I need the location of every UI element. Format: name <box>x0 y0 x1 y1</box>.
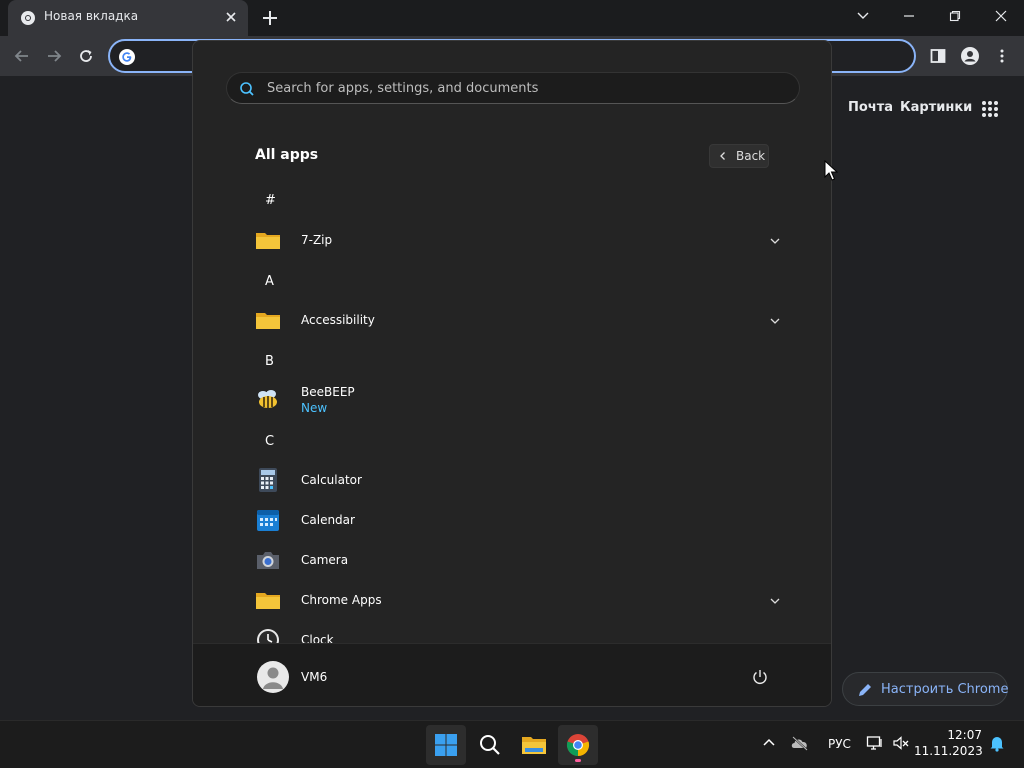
reload-icon <box>80 50 92 62</box>
google-icon <box>119 49 135 65</box>
chevron-down-icon[interactable] <box>769 315 781 327</box>
volume-muted-icon[interactable] <box>892 734 910 752</box>
app-name: Calendar <box>301 513 355 527</box>
app-item-beebeep[interactable]: BeeBEEP New <box>241 381 781 421</box>
minimize-button[interactable] <box>886 0 932 32</box>
tab-strip: Новая вкладка <box>0 0 1024 36</box>
tab-search-button[interactable] <box>840 0 886 32</box>
google-apps-icon[interactable] <box>980 99 1000 119</box>
network-icon[interactable] <box>866 734 884 752</box>
more-vertical-icon <box>1000 49 1004 63</box>
app-item-7zip[interactable]: 7-Zip <box>241 221 781 261</box>
close-window-button[interactable] <box>978 0 1024 32</box>
close-tab-icon[interactable] <box>222 8 240 26</box>
app-item-camera[interactable]: Camera <box>241 541 781 581</box>
app-item-accessibility[interactable]: Accessibility <box>241 301 781 341</box>
windows-icon <box>435 734 457 756</box>
tab-new-tab[interactable]: Новая вкладка <box>8 0 248 36</box>
bee-icon <box>258 390 277 408</box>
start-search-box[interactable] <box>226 72 800 104</box>
user-icon <box>263 667 283 689</box>
user-avatar[interactable] <box>257 661 289 693</box>
calendar-icon <box>257 510 279 531</box>
chevron-down-icon[interactable] <box>769 235 781 247</box>
chrome-icon <box>21 11 35 25</box>
arrow-left-icon <box>14 50 28 62</box>
pencil-icon <box>859 684 871 696</box>
app-item-chrome-apps[interactable]: Chrome Apps <box>241 581 781 621</box>
onedrive-offline-icon[interactable] <box>790 734 810 752</box>
search-icon <box>480 735 500 755</box>
app-item-calculator[interactable]: Calculator <box>241 461 781 501</box>
all-apps-list[interactable]: # 7-Zip A Accessibility B BeeBEEP New C <box>193 181 831 643</box>
chevron-left-icon <box>720 152 725 160</box>
letter-header-c[interactable]: C <box>265 434 274 449</box>
app-name: Calculator <box>301 473 362 487</box>
camera-icon <box>257 552 279 569</box>
side-panel-button[interactable] <box>924 42 952 70</box>
forward-nav-button[interactable] <box>40 42 68 70</box>
file-explorer-button[interactable] <box>514 725 554 765</box>
app-name: Chrome Apps <box>301 593 382 607</box>
taskbar-time[interactable]: 12:07 <box>940 728 982 742</box>
mail-link[interactable]: Почта <box>848 100 893 115</box>
clock-icon <box>257 629 279 643</box>
power-icon[interactable] <box>751 668 769 686</box>
letter-header-hash[interactable]: # <box>265 193 276 208</box>
taskbar-search-button[interactable] <box>470 725 510 765</box>
arrow-right-icon <box>48 50 62 62</box>
user-name[interactable]: VM6 <box>301 670 327 684</box>
app-item-calendar[interactable]: Calendar <box>241 501 781 541</box>
back-nav-button[interactable] <box>8 42 36 70</box>
customize-chrome-button[interactable]: Настроить Chrome <box>842 672 1008 706</box>
calculator-icon <box>259 468 277 492</box>
new-tab-icon[interactable] <box>258 6 282 30</box>
chevron-down-icon[interactable] <box>769 595 781 607</box>
app-name: Clock <box>301 633 334 643</box>
chrome-icon <box>566 734 590 757</box>
menu-button[interactable] <box>988 42 1016 70</box>
file-explorer-icon <box>522 737 546 754</box>
app-name: Camera <box>301 553 349 567</box>
notification-bell-icon[interactable] <box>988 734 1006 752</box>
folder-icon <box>256 313 280 329</box>
running-app-indicator <box>575 759 581 762</box>
search-icon <box>240 82 254 96</box>
profile-icon <box>961 47 979 65</box>
new-badge: New <box>301 401 328 415</box>
side-panel-icon <box>930 49 946 63</box>
restore-button[interactable] <box>932 0 978 32</box>
mouse-cursor-icon <box>824 160 838 181</box>
app-name: 7-Zip <box>301 233 333 247</box>
minimize-icon <box>904 15 914 17</box>
start-menu: All apps Back # 7-Zip A Accessibility B … <box>192 40 832 707</box>
folder-icon <box>256 593 280 609</box>
folder-icon <box>256 233 280 249</box>
profile-button[interactable] <box>956 42 984 70</box>
chevron-down-icon <box>857 12 869 19</box>
app-name: BeeBEEP <box>301 385 355 399</box>
back-button[interactable]: Back <box>709 144 769 168</box>
close-icon <box>995 10 1007 22</box>
images-link[interactable]: Картинки <box>900 100 972 115</box>
letter-header-a[interactable]: A <box>265 274 274 289</box>
back-label: Back <box>736 149 766 163</box>
start-search-input[interactable] <box>267 73 787 103</box>
start-button[interactable] <box>426 725 466 765</box>
input-language-indicator[interactable]: РУС <box>828 737 851 751</box>
all-apps-title: All apps <box>255 147 319 163</box>
reload-button[interactable] <box>72 42 100 70</box>
tab-title: Новая вкладка <box>44 9 139 23</box>
start-menu-footer: VM6 <box>193 643 831 706</box>
app-item-clock[interactable]: Clock <box>241 621 781 643</box>
restore-icon <box>949 10 961 22</box>
customize-chrome-label: Настроить Chrome <box>881 682 1009 697</box>
letter-header-b[interactable]: B <box>265 354 274 369</box>
chevron-up-icon[interactable] <box>760 734 778 752</box>
taskbar-date[interactable]: 11.11.2023 <box>914 744 983 758</box>
app-name: Accessibility <box>301 313 375 327</box>
